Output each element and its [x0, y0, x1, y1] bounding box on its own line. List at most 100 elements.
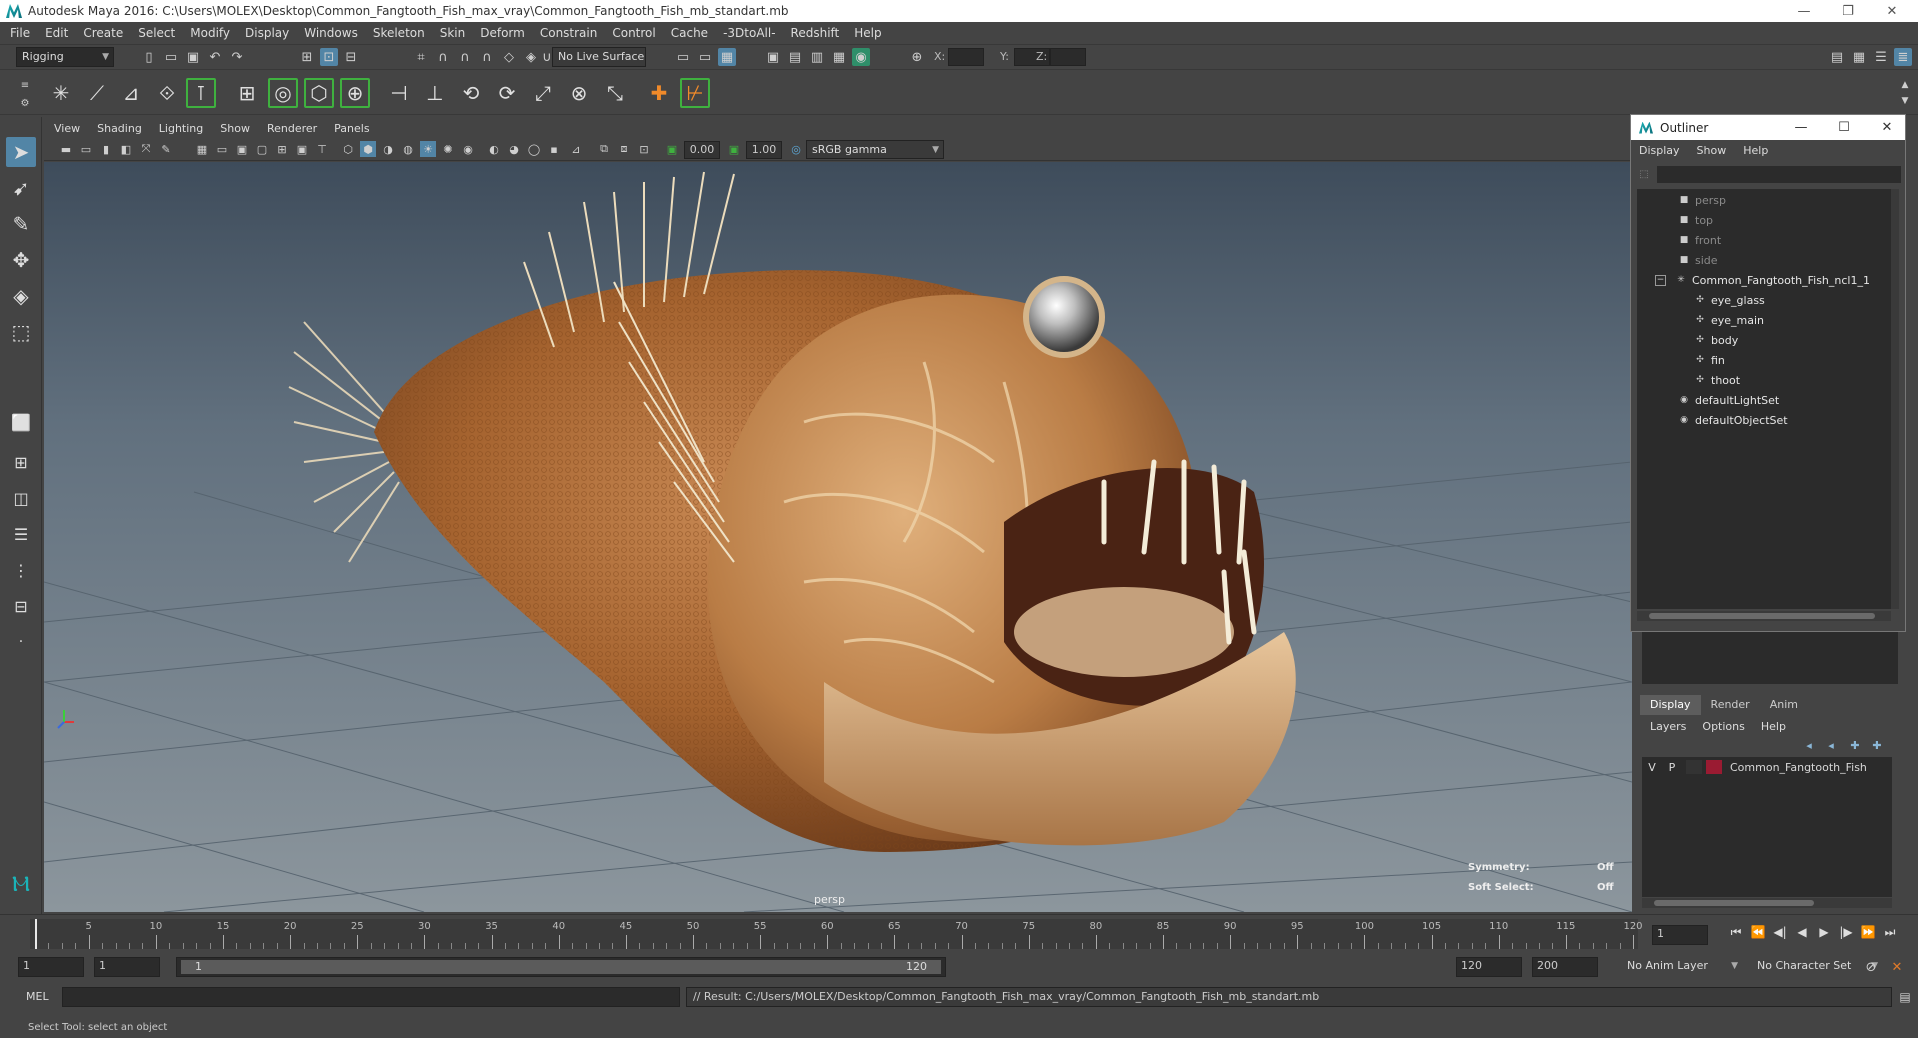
menu-display[interactable]: Display	[245, 26, 289, 40]
menu-file[interactable]: File	[10, 26, 30, 40]
list-item[interactable]: ■ side	[1677, 251, 1718, 269]
resolution-gate-icon[interactable]: ▣	[234, 141, 250, 157]
scrollbar-thumb[interactable]	[1654, 900, 1814, 906]
menu-redshift[interactable]: Redshift	[791, 26, 840, 40]
select-component-icon[interactable]: ⊟	[342, 48, 360, 66]
minimize-button[interactable]: —	[1781, 115, 1821, 140]
z-field[interactable]	[1050, 48, 1086, 66]
grid-toggle-icon[interactable]: ▦	[194, 141, 210, 157]
outliner-search-input[interactable]	[1657, 166, 1901, 183]
field-chart-icon[interactable]: ⊞	[274, 141, 290, 157]
transform-mode-icon[interactable]: ⊕	[908, 48, 926, 66]
rotate-tool-icon[interactable]: ◈	[6, 281, 36, 311]
layer-visibility-toggle[interactable]: V	[1642, 761, 1662, 774]
panel-menu-view[interactable]: View	[54, 122, 80, 135]
snap-point-icon[interactable]: ∩	[456, 48, 474, 66]
joint-tool-icon[interactable]: ✳	[46, 78, 76, 108]
snap-surface-icon[interactable]: ◇	[500, 48, 518, 66]
move-layer-up-icon[interactable]: ◂	[1800, 736, 1818, 754]
command-input[interactable]	[62, 987, 680, 1007]
input-ops-icon[interactable]: ▭	[674, 48, 692, 66]
two-view-icon[interactable]: ◫	[6, 483, 36, 513]
outliner-menu-display[interactable]: Display	[1639, 144, 1680, 157]
animation-end-field[interactable]: 200	[1532, 957, 1598, 977]
tab-anim[interactable]: Anim	[1760, 695, 1808, 715]
paint-weights-icon[interactable]: ◎	[268, 78, 298, 108]
layer-color-swatch[interactable]	[1706, 760, 1722, 774]
gamma-icon[interactable]: ▣	[726, 141, 742, 157]
textured-icon[interactable]: ◍	[400, 141, 416, 157]
camera-attributes-icon[interactable]: ▭	[78, 141, 94, 157]
step-forward-frame-icon[interactable]: |▶	[1835, 925, 1857, 940]
shelf-settings-icon[interactable]: ⚙	[16, 94, 34, 112]
layer-horizontal-scrollbar[interactable]	[1642, 898, 1892, 908]
bookmark-icon[interactable]: ▮	[98, 141, 114, 157]
xray-components-icon[interactable]: ⧈	[616, 141, 632, 157]
menu-skin[interactable]: Skin	[440, 26, 466, 40]
playback-start-field[interactable]: 1	[94, 957, 160, 977]
orient-constraint-icon[interactable]: ⟲	[456, 78, 486, 108]
panel-menu-lighting[interactable]: Lighting	[159, 122, 203, 135]
new-scene-icon[interactable]: ▯	[140, 48, 158, 66]
menu-cache[interactable]: Cache	[671, 26, 708, 40]
safe-title-icon[interactable]: ⊤	[314, 141, 330, 157]
mirror-joint-icon[interactable]: ⟐	[152, 78, 182, 108]
list-item[interactable]: ◉ defaultObjectSet	[1677, 411, 1788, 429]
panel-menu-shading[interactable]: Shading	[97, 122, 142, 135]
outliner-layout-icon[interactable]: ☰	[6, 519, 36, 549]
color-management-icon[interactable]: ◎	[788, 141, 804, 157]
tool-settings-icon[interactable]: ☰	[1872, 48, 1890, 66]
modeling-toolkit-icon[interactable]: ▤	[1828, 48, 1846, 66]
panel-menu-show[interactable]: Show	[220, 122, 250, 135]
depth-of-field-icon[interactable]: ◯	[526, 141, 542, 157]
single-view-icon[interactable]: ⬜	[6, 407, 36, 437]
undo-icon[interactable]: ↶	[206, 48, 224, 66]
four-view-icon[interactable]: ⊞	[6, 447, 36, 477]
layer-row[interactable]: V P Common_Fangtooth_Fish	[1642, 757, 1892, 777]
parent-constraint-icon[interactable]: ⊣	[384, 78, 414, 108]
playback-end-field[interactable]: 120	[1456, 957, 1522, 977]
2d-pan-zoom-icon[interactable]: ⤧	[138, 141, 154, 157]
layer-menu-help[interactable]: Help	[1761, 720, 1786, 733]
animation-preferences-icon[interactable]: ✕	[1888, 958, 1906, 976]
snap-curve-icon[interactable]: ∩	[434, 48, 452, 66]
panel-menu-panels[interactable]: Panels	[334, 122, 369, 135]
select-object-icon[interactable]: ⊡	[320, 48, 338, 66]
screen-space-ao-icon[interactable]: ◉	[460, 141, 476, 157]
safe-action-icon[interactable]: ▣	[294, 141, 310, 157]
shelf-options-icon[interactable]: ≡	[16, 76, 34, 94]
scrollbar-thumb[interactable]	[1649, 613, 1875, 619]
menu-deform[interactable]: Deform	[480, 26, 525, 40]
tab-render[interactable]: Render	[1701, 695, 1760, 715]
film-gate-icon[interactable]: ▭	[214, 141, 230, 157]
pole-vector-icon[interactable]: ⊗	[564, 78, 594, 108]
step-back-key-icon[interactable]: ⏪	[1747, 925, 1769, 940]
snap-view-icon[interactable]: ∩	[478, 48, 496, 66]
outliner-menu-help[interactable]: Help	[1743, 144, 1768, 157]
xray-icon[interactable]: ⊿	[568, 141, 584, 157]
current-time-indicator[interactable]	[35, 919, 37, 949]
auto-key-icon[interactable]: ⊘	[1862, 958, 1880, 976]
save-scene-icon[interactable]: ▣	[184, 48, 202, 66]
step-back-frame-icon[interactable]: ◀|	[1769, 925, 1791, 940]
list-item[interactable]: ✣ thoot	[1693, 371, 1740, 389]
motion-blur-icon[interactable]: ◐	[486, 141, 502, 157]
panel-menu-renderer[interactable]: Renderer	[267, 122, 317, 135]
select-hierarchy-icon[interactable]: ⊞	[298, 48, 316, 66]
construction-history-icon[interactable]: ▦	[718, 48, 736, 66]
new-empty-layer-icon[interactable]: ✚	[1846, 736, 1864, 754]
list-item[interactable]: ◉ defaultLightSet	[1677, 391, 1779, 409]
aim-constraint-icon[interactable]: ⤢	[528, 78, 558, 108]
menuset-dropdown[interactable]: Rigging ▼	[16, 47, 114, 67]
exposure-field[interactable]: 0.00	[684, 141, 720, 159]
wireframe-icon[interactable]: ⬡	[340, 141, 356, 157]
use-all-lights-icon[interactable]: ☀	[420, 141, 436, 157]
script-editor-icon[interactable]: ▤	[1896, 988, 1914, 1006]
collapse-icon[interactable]: −	[1655, 274, 1666, 286]
gamma-field[interactable]: 1.00	[746, 141, 782, 159]
current-frame-field[interactable]: 1	[1652, 925, 1708, 945]
scale-constraint-icon[interactable]: ⟳	[492, 78, 522, 108]
set-driven-key-icon[interactable]: ⊬	[680, 78, 710, 108]
range-bar-handle[interactable]: 1 120	[181, 960, 941, 974]
channel-box-icon[interactable]: ≣	[1894, 48, 1912, 66]
